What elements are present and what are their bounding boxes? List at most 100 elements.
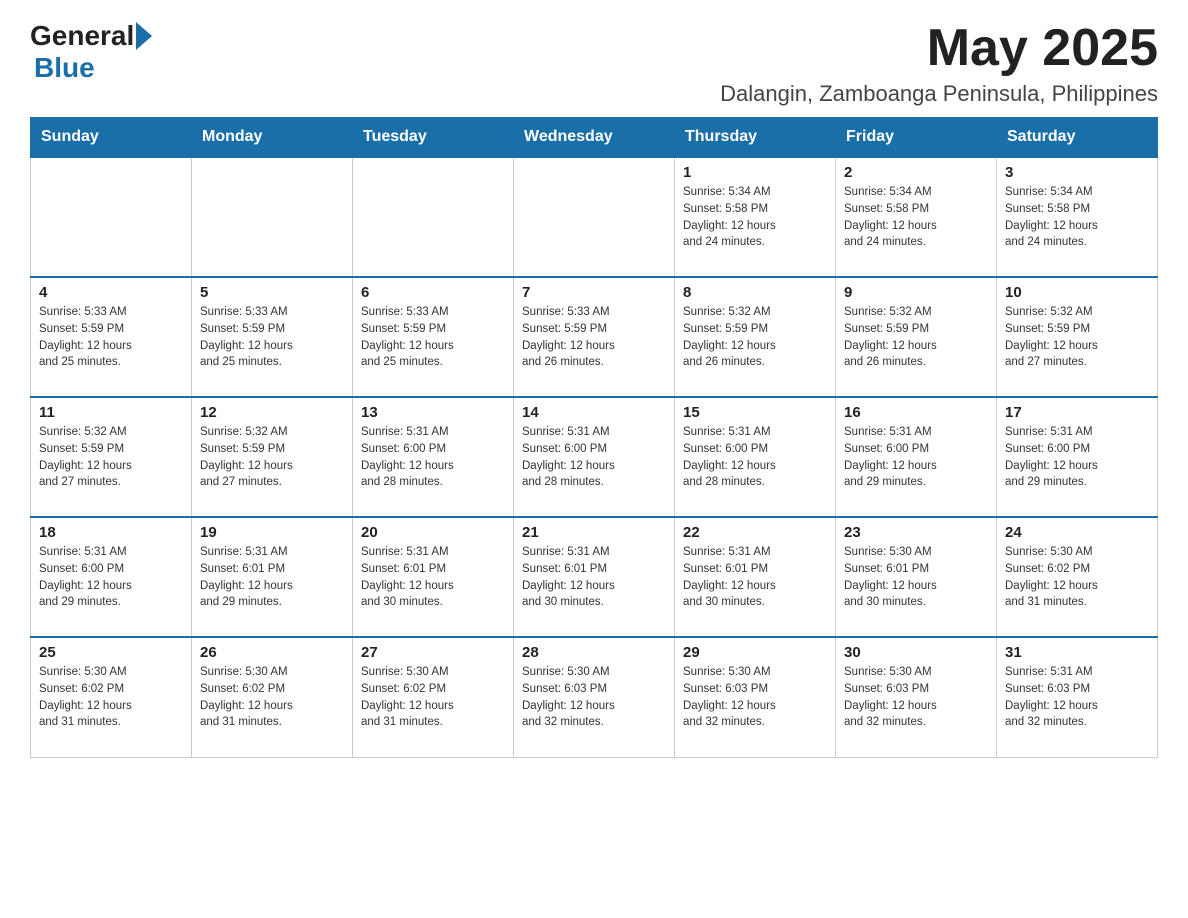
calendar-cell-15: 15 Sunrise: 5:31 AM Sunset: 6:00 PM Dayli… bbox=[675, 397, 836, 517]
calendar-cell-3: 3 Sunrise: 5:34 AM Sunset: 5:58 PM Daylig… bbox=[997, 157, 1158, 277]
calendar-cell-26: 26Sunrise: 5:30 AM Sunset: 6:02 PM Dayli… bbox=[192, 637, 353, 757]
day-info: Sunrise: 5:31 AM Sunset: 6:00 PM Dayligh… bbox=[39, 544, 183, 611]
day-number: 23 bbox=[844, 524, 988, 541]
day-info: Sunrise: 5:31 AM Sunset: 6:01 PM Dayligh… bbox=[361, 544, 505, 611]
calendar-cell-25: 25 Sunrise: 5:30 AM Sunset: 6:02 PM Dayli… bbox=[31, 637, 192, 757]
location-subtitle: Dalangin, Zamboanga Peninsula, Philippin… bbox=[720, 81, 1158, 107]
day-number: 24 bbox=[1005, 524, 1149, 541]
calendar-cell-23: 23 Sunrise: 5:30 AM Sunset: 6:01 PM Dayli… bbox=[836, 517, 997, 637]
day-info: Sunrise: 5:31 AM Sunset: 6:01 PM Dayligh… bbox=[683, 544, 827, 611]
calendar-cell-6: 6 Sunrise: 5:33 AM Sunset: 5:59 PM Daylig… bbox=[353, 277, 514, 397]
calendar-cell-28: 28 Sunrise: 5:30 AM Sunset: 6:03 PM Dayli… bbox=[514, 637, 675, 757]
day-info: Sunrise: 5:31 AM Sunset: 6:00 PM Dayligh… bbox=[361, 424, 505, 491]
day-info: Sunrise: 5:32 AM Sunset: 5:59 PM Dayligh… bbox=[1005, 304, 1149, 371]
calendar-cell-16: 16 Sunrise: 5:31 AM Sunset: 6:00 PM Dayli… bbox=[836, 397, 997, 517]
logo-general-text: General bbox=[30, 20, 134, 52]
day-info: Sunrise: 5:30 AM Sunset: 6:01 PM Dayligh… bbox=[844, 544, 988, 611]
day-info: Sunrise: 5:34 AM Sunset: 5:58 PM Dayligh… bbox=[844, 184, 988, 251]
calendar-cell-5: 5 Sunrise: 5:33 AM Sunset: 5:59 PM Daylig… bbox=[192, 277, 353, 397]
day-number: 2 bbox=[844, 164, 988, 181]
calendar-cell-14: 14Sunrise: 5:31 AM Sunset: 6:00 PM Dayli… bbox=[514, 397, 675, 517]
day-number: 1 bbox=[683, 164, 827, 181]
day-number: 4 bbox=[39, 284, 183, 301]
day-info: Sunrise: 5:33 AM Sunset: 5:59 PM Dayligh… bbox=[361, 304, 505, 371]
day-info: Sunrise: 5:31 AM Sunset: 6:01 PM Dayligh… bbox=[522, 544, 666, 611]
calendar-header-row: SundayMondayTuesdayWednesdayThursdayFrid… bbox=[31, 118, 1158, 158]
day-info: Sunrise: 5:32 AM Sunset: 5:59 PM Dayligh… bbox=[844, 304, 988, 371]
day-info: Sunrise: 5:30 AM Sunset: 6:02 PM Dayligh… bbox=[1005, 544, 1149, 611]
logo-blue-text: Blue bbox=[34, 52, 95, 84]
day-info: Sunrise: 5:34 AM Sunset: 5:58 PM Dayligh… bbox=[1005, 184, 1149, 251]
day-number: 12 bbox=[200, 404, 344, 421]
day-info: Sunrise: 5:30 AM Sunset: 6:03 PM Dayligh… bbox=[683, 664, 827, 731]
calendar-cell-27: 27Sunrise: 5:30 AM Sunset: 6:02 PM Dayli… bbox=[353, 637, 514, 757]
calendar-cell-21: 21Sunrise: 5:31 AM Sunset: 6:01 PM Dayli… bbox=[514, 517, 675, 637]
calendar-week-1: 1 Sunrise: 5:34 AM Sunset: 5:58 PM Daylig… bbox=[31, 157, 1158, 277]
calendar-cell-29: 29Sunrise: 5:30 AM Sunset: 6:03 PM Dayli… bbox=[675, 637, 836, 757]
calendar-week-4: 18Sunrise: 5:31 AM Sunset: 6:00 PM Dayli… bbox=[31, 517, 1158, 637]
month-year-title: May 2025 bbox=[720, 20, 1158, 77]
calendar-cell-empty bbox=[31, 157, 192, 277]
calendar-cell-19: 19 Sunrise: 5:31 AM Sunset: 6:01 PM Dayli… bbox=[192, 517, 353, 637]
day-info: Sunrise: 5:30 AM Sunset: 6:02 PM Dayligh… bbox=[39, 664, 183, 731]
day-number: 8 bbox=[683, 284, 827, 301]
col-header-tuesday: Tuesday bbox=[353, 118, 514, 158]
calendar-week-3: 11Sunrise: 5:32 AM Sunset: 5:59 PM Dayli… bbox=[31, 397, 1158, 517]
day-info: Sunrise: 5:31 AM Sunset: 6:00 PM Dayligh… bbox=[683, 424, 827, 491]
day-info: Sunrise: 5:31 AM Sunset: 6:03 PM Dayligh… bbox=[1005, 664, 1149, 731]
logo: General Blue bbox=[30, 20, 152, 84]
calendar-cell-18: 18Sunrise: 5:31 AM Sunset: 6:00 PM Dayli… bbox=[31, 517, 192, 637]
day-info: Sunrise: 5:32 AM Sunset: 5:59 PM Dayligh… bbox=[39, 424, 183, 491]
day-info: Sunrise: 5:31 AM Sunset: 6:01 PM Dayligh… bbox=[200, 544, 344, 611]
day-number: 7 bbox=[522, 284, 666, 301]
day-number: 15 bbox=[683, 404, 827, 421]
page-header: General Blue May 2025 Dalangin, Zamboang… bbox=[30, 20, 1158, 107]
col-header-wednesday: Wednesday bbox=[514, 118, 675, 158]
calendar-table: SundayMondayTuesdayWednesdayThursdayFrid… bbox=[30, 117, 1158, 758]
day-info: Sunrise: 5:33 AM Sunset: 5:59 PM Dayligh… bbox=[522, 304, 666, 371]
calendar-cell-24: 24 Sunrise: 5:30 AM Sunset: 6:02 PM Dayli… bbox=[997, 517, 1158, 637]
calendar-cell-4: 4 Sunrise: 5:33 AM Sunset: 5:59 PM Daylig… bbox=[31, 277, 192, 397]
calendar-cell-12: 12 Sunrise: 5:32 AM Sunset: 5:59 PM Dayli… bbox=[192, 397, 353, 517]
col-header-saturday: Saturday bbox=[997, 118, 1158, 158]
day-number: 25 bbox=[39, 644, 183, 661]
calendar-cell-1: 1 Sunrise: 5:34 AM Sunset: 5:58 PM Daylig… bbox=[675, 157, 836, 277]
day-info: Sunrise: 5:30 AM Sunset: 6:02 PM Dayligh… bbox=[361, 664, 505, 731]
day-info: Sunrise: 5:32 AM Sunset: 5:59 PM Dayligh… bbox=[200, 424, 344, 491]
calendar-week-2: 4 Sunrise: 5:33 AM Sunset: 5:59 PM Daylig… bbox=[31, 277, 1158, 397]
calendar-cell-8: 8 Sunrise: 5:32 AM Sunset: 5:59 PM Daylig… bbox=[675, 277, 836, 397]
calendar-cell-20: 20 Sunrise: 5:31 AM Sunset: 6:01 PM Dayli… bbox=[353, 517, 514, 637]
day-number: 26 bbox=[200, 644, 344, 661]
day-number: 10 bbox=[1005, 284, 1149, 301]
day-number: 3 bbox=[1005, 164, 1149, 181]
day-number: 6 bbox=[361, 284, 505, 301]
calendar-week-5: 25 Sunrise: 5:30 AM Sunset: 6:02 PM Dayli… bbox=[31, 637, 1158, 757]
calendar-cell-7: 7 Sunrise: 5:33 AM Sunset: 5:59 PM Daylig… bbox=[514, 277, 675, 397]
day-info: Sunrise: 5:31 AM Sunset: 6:00 PM Dayligh… bbox=[844, 424, 988, 491]
calendar-cell-empty bbox=[192, 157, 353, 277]
day-number: 20 bbox=[361, 524, 505, 541]
day-number: 28 bbox=[522, 644, 666, 661]
calendar-cell-empty bbox=[353, 157, 514, 277]
day-number: 9 bbox=[844, 284, 988, 301]
day-number: 13 bbox=[361, 404, 505, 421]
day-number: 30 bbox=[844, 644, 988, 661]
day-number: 19 bbox=[200, 524, 344, 541]
day-info: Sunrise: 5:33 AM Sunset: 5:59 PM Dayligh… bbox=[39, 304, 183, 371]
calendar-cell-22: 22Sunrise: 5:31 AM Sunset: 6:01 PM Dayli… bbox=[675, 517, 836, 637]
day-number: 16 bbox=[844, 404, 988, 421]
calendar-cell-2: 2 Sunrise: 5:34 AM Sunset: 5:58 PM Daylig… bbox=[836, 157, 997, 277]
day-info: Sunrise: 5:30 AM Sunset: 6:03 PM Dayligh… bbox=[844, 664, 988, 731]
col-header-sunday: Sunday bbox=[31, 118, 192, 158]
calendar-cell-9: 9 Sunrise: 5:32 AM Sunset: 5:59 PM Daylig… bbox=[836, 277, 997, 397]
title-section: May 2025 Dalangin, Zamboanga Peninsula, … bbox=[720, 20, 1158, 107]
day-number: 17 bbox=[1005, 404, 1149, 421]
day-info: Sunrise: 5:33 AM Sunset: 5:59 PM Dayligh… bbox=[200, 304, 344, 371]
calendar-cell-30: 30 Sunrise: 5:30 AM Sunset: 6:03 PM Dayli… bbox=[836, 637, 997, 757]
day-number: 5 bbox=[200, 284, 344, 301]
day-info: Sunrise: 5:34 AM Sunset: 5:58 PM Dayligh… bbox=[683, 184, 827, 251]
day-info: Sunrise: 5:32 AM Sunset: 5:59 PM Dayligh… bbox=[683, 304, 827, 371]
col-header-friday: Friday bbox=[836, 118, 997, 158]
col-header-thursday: Thursday bbox=[675, 118, 836, 158]
day-info: Sunrise: 5:30 AM Sunset: 6:03 PM Dayligh… bbox=[522, 664, 666, 731]
